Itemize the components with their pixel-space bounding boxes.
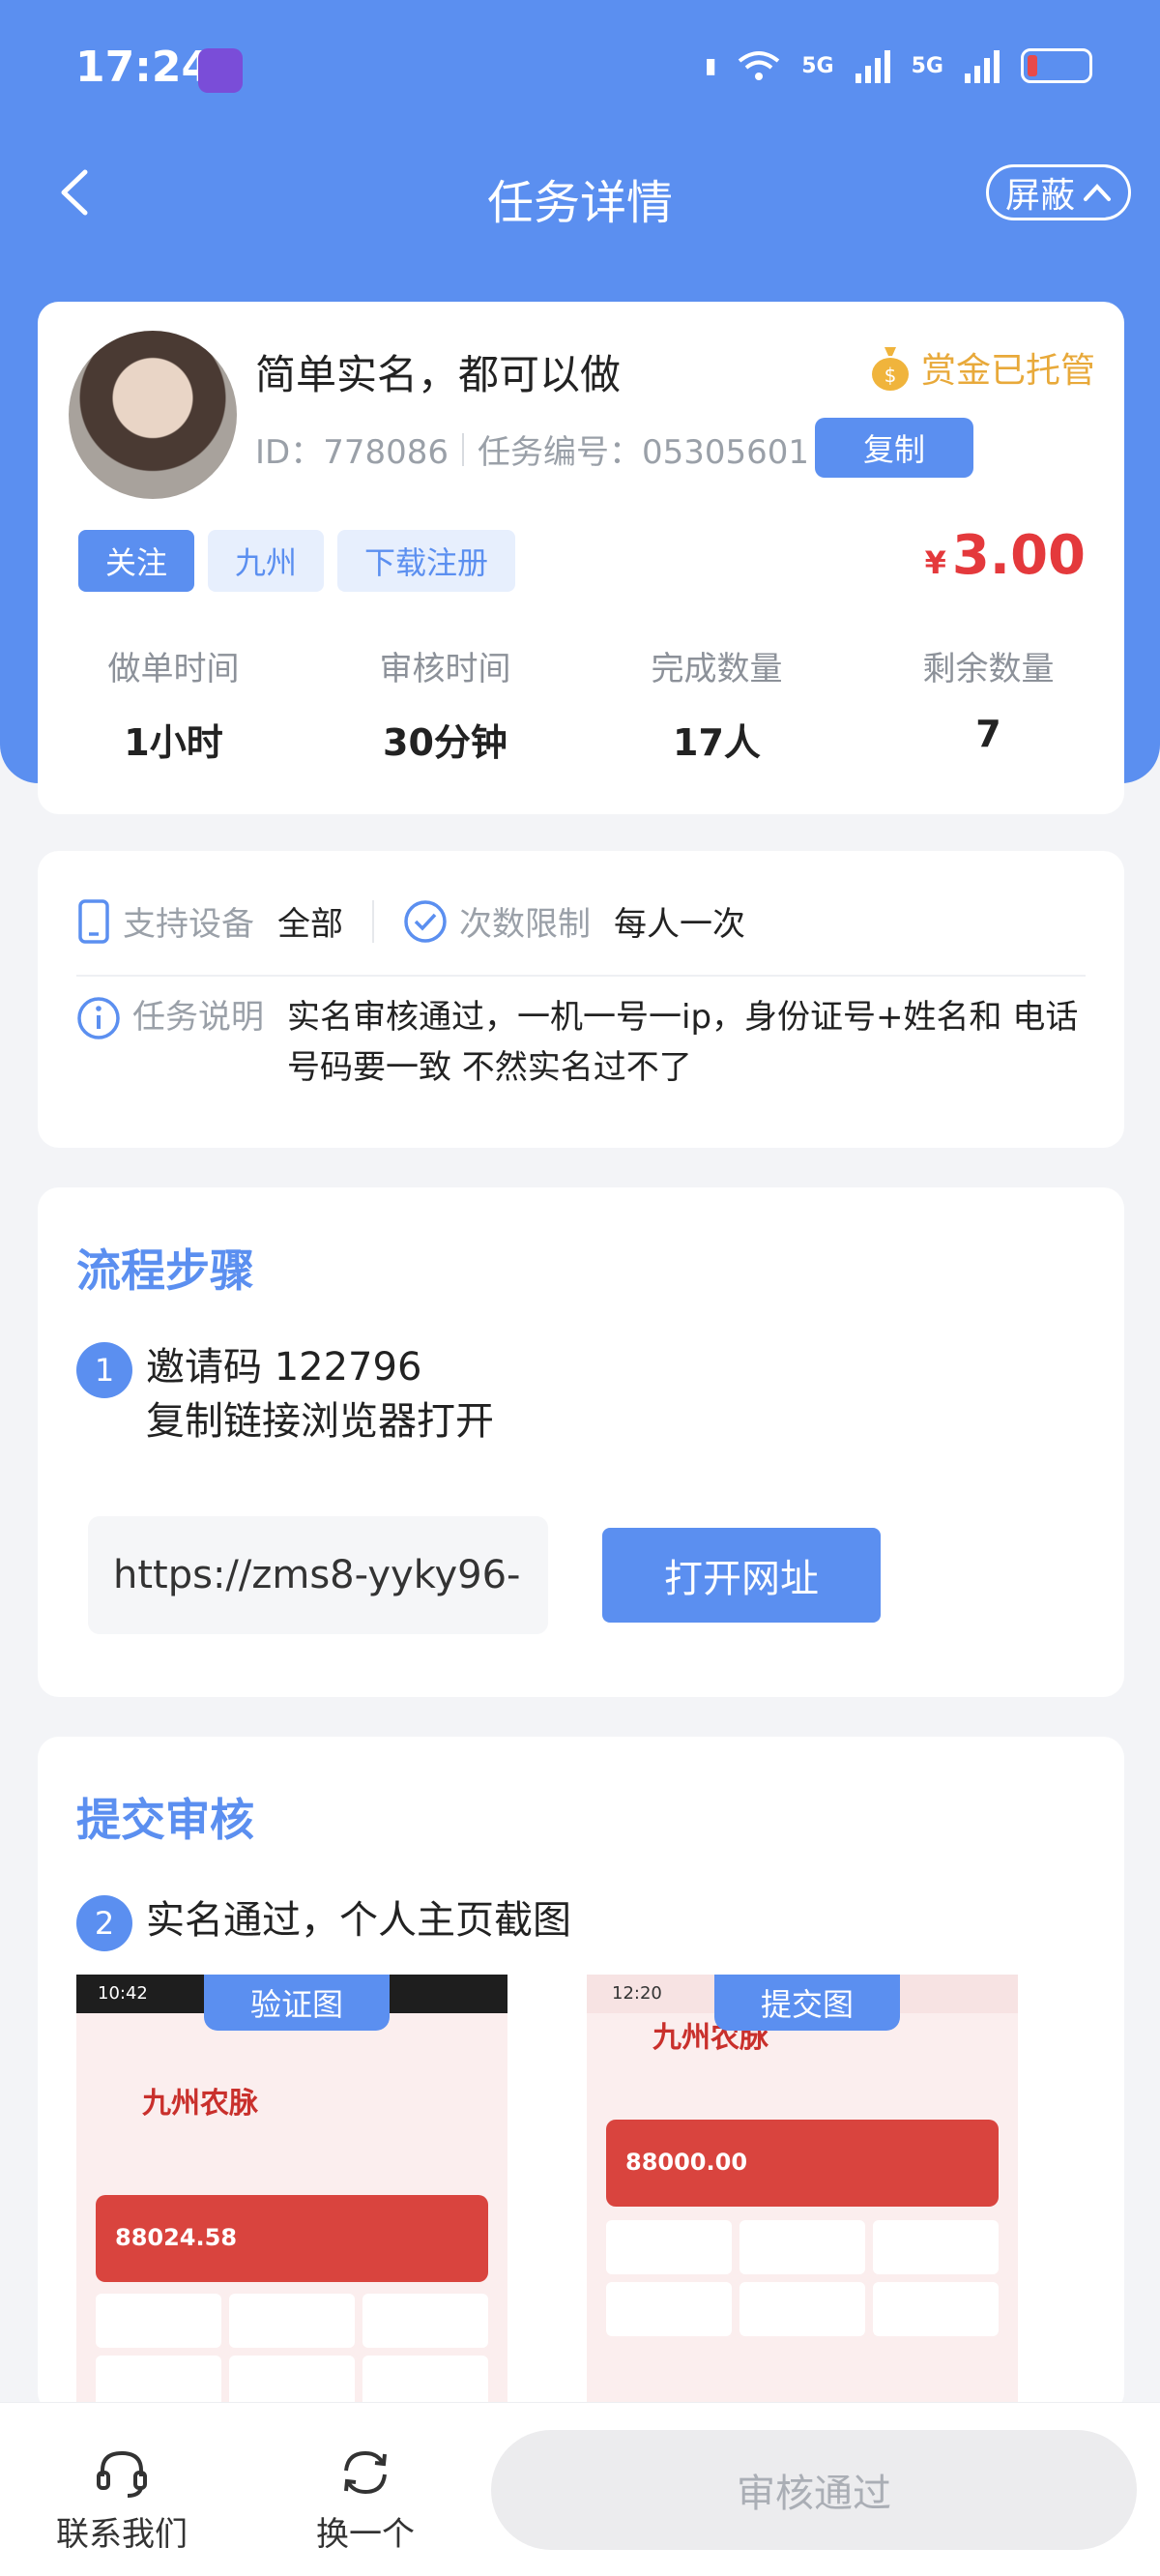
- block-label: 屏蔽: [1004, 176, 1075, 216]
- vibrate-icon: ▮: [705, 53, 717, 78]
- submit-image[interactable]: 12:20 九州农脉 88000.00: [587, 1975, 1018, 2414]
- nav-bar: 任务详情 屏蔽: [0, 145, 1160, 242]
- escrow-label: 赏金已托管: [920, 351, 1095, 391]
- open-url-button[interactable]: 打开网址: [602, 1528, 881, 1623]
- check-circle-icon: [404, 899, 447, 943]
- stat-label: 审核时间: [379, 650, 511, 688]
- battery-icon: [1021, 48, 1092, 83]
- task-requirements: 支持设备 全部 次数限制 每人一次: [76, 897, 745, 945]
- reward-price: ¥ 3.00: [925, 524, 1086, 587]
- info-icon: [77, 997, 120, 1039]
- switch-label: 换一个: [316, 2515, 415, 2554]
- svg-text:$: $: [884, 364, 897, 387]
- network-5g-1: 5G: [801, 53, 834, 78]
- price-value: 3.00: [951, 524, 1086, 587]
- status-icons: ▮ 5G 5G: [705, 48, 1092, 83]
- stat-value: 30分钟: [383, 721, 508, 764]
- task-description: 任务说明 实名审核通过，一机一号一ip，身份证号+姓名和 电话号码要一致 不然实…: [76, 992, 1088, 1093]
- status-bar: 17:24 ▮ 5G 5G: [0, 0, 1160, 145]
- screenshot-time: 12:20: [612, 1983, 662, 2004]
- wifi-icon: [739, 51, 780, 80]
- steps-title: 流程步骤: [76, 1244, 254, 1297]
- task-title: 简单实名，都可以做: [255, 351, 622, 398]
- headset-icon: [97, 2450, 147, 2498]
- step-2-text: 实名通过，个人主页截图: [146, 1898, 571, 1943]
- refresh-icon: [344, 2450, 387, 2495]
- task-ids: ID：778086 任务编号：05305601: [255, 425, 809, 473]
- network-5g-2: 5G: [911, 53, 943, 78]
- task-stats: 做单时间 1小时 审核时间 30分钟 完成数量 17人 剩余数量 7: [38, 642, 1124, 766]
- screenshot-amount: 88000.00: [625, 2149, 748, 2176]
- block-button[interactable]: 屏蔽: [986, 164, 1131, 220]
- submit-title: 提交审核: [76, 1794, 254, 1846]
- divider: [372, 899, 374, 943]
- url-field[interactable]: https://zms8-yyky96-: [88, 1516, 548, 1634]
- stat-label: 剩余数量: [922, 650, 1055, 688]
- signal-2-icon: [965, 48, 1000, 83]
- screenshot-balance: 88000.00: [606, 2120, 999, 2207]
- screenshot-balance: 88024.58: [96, 2195, 488, 2282]
- step-1-text: 邀请码 122796 复制链接浏览器打开: [146, 1340, 494, 1449]
- status-time: 17:24: [75, 43, 212, 92]
- limit-label: 次数限制: [459, 905, 591, 944]
- divider: [76, 975, 1086, 977]
- tag-platform: 九州: [208, 530, 325, 592]
- stat-label: 做单时间: [107, 650, 240, 688]
- screenshot-time: 10:42: [98, 1983, 148, 2004]
- money-bag-icon: $: [871, 347, 909, 391]
- limit-value: 每人一次: [614, 905, 745, 944]
- verify-image-label: 验证图: [204, 1975, 390, 2031]
- desc-label: 任务说明: [132, 998, 264, 1037]
- stat-completed: 完成数量 17人: [581, 642, 853, 766]
- stat-value: 1小时: [124, 721, 223, 764]
- task-number: 任务编号：05305601: [478, 433, 810, 472]
- stat-value: 17人: [673, 721, 761, 764]
- copy-button[interactable]: 复制: [815, 418, 973, 478]
- screenshot-grid: [606, 2220, 999, 2336]
- escrow-badge: $ 赏金已托管: [869, 342, 1095, 393]
- steps-card: 流程步骤 1 邀请码 122796 复制链接浏览器打开 https://zms8…: [38, 1187, 1124, 1697]
- stat-work-time: 做单时间 1小时: [38, 642, 309, 766]
- device-value: 全部: [277, 905, 343, 944]
- screenshot-amount: 88024.58: [115, 2224, 238, 2251]
- task-info-card: 支持设备 全部 次数限制 每人一次 任务说明 实名审核通过，一机一号一ip，身份…: [38, 851, 1124, 1148]
- step-1-line-2: 复制链接浏览器打开: [146, 1399, 494, 1444]
- contact-us-button[interactable]: 联系我们: [44, 2445, 199, 2555]
- step-number-2: 2: [76, 1895, 132, 1951]
- avatar: [69, 331, 237, 499]
- stat-label: 完成数量: [651, 650, 783, 688]
- step-number-1: 1: [76, 1342, 132, 1398]
- stat-review-time: 审核时间 30分钟: [309, 642, 581, 766]
- stat-remaining: 剩余数量 7: [853, 642, 1124, 766]
- approve-button[interactable]: 审核通过: [491, 2430, 1137, 2550]
- submit-card: 提交审核 2 实名通过，个人主页截图 10:42 九州农脉 88024.58 验…: [38, 1737, 1124, 2414]
- tag-type: 下载注册: [337, 530, 516, 592]
- switch-task-button[interactable]: 换一个: [288, 2445, 443, 2555]
- task-id: ID：778086: [255, 433, 449, 472]
- desc-value: 实名审核通过，一机一号一ip，身份证号+姓名和 电话号码要一致 不然实名过不了: [287, 998, 1079, 1087]
- device-label: 支持设备: [123, 905, 254, 944]
- task-tags: 关注 九州 下载注册: [78, 530, 516, 592]
- divider: [462, 432, 464, 466]
- chevron-up-icon: [1084, 184, 1111, 201]
- app-notification-icon: [198, 48, 243, 93]
- screenshot-brand: 九州农脉: [142, 2087, 258, 2121]
- submit-image-label: 提交图: [714, 1975, 900, 2031]
- screenshot-grid: [96, 2294, 488, 2410]
- step-1-line-1: 邀请码 122796: [146, 1345, 422, 1390]
- tag-follow[interactable]: 关注: [78, 530, 195, 592]
- signal-1-icon: [855, 48, 890, 83]
- task-summary-card: 简单实名，都可以做 $ 赏金已托管 ID：778086 任务编号：0530560…: [38, 302, 1124, 814]
- currency-symbol: ¥: [924, 544, 946, 581]
- bottom-action-bar: 联系我们 换一个 审核通过: [0, 2402, 1160, 2576]
- verify-image[interactable]: 10:42 九州农脉 88024.58: [76, 1975, 508, 2414]
- contact-label: 联系我们: [56, 2515, 188, 2554]
- stat-value: 7: [975, 713, 1001, 755]
- phone-icon: [78, 898, 109, 944]
